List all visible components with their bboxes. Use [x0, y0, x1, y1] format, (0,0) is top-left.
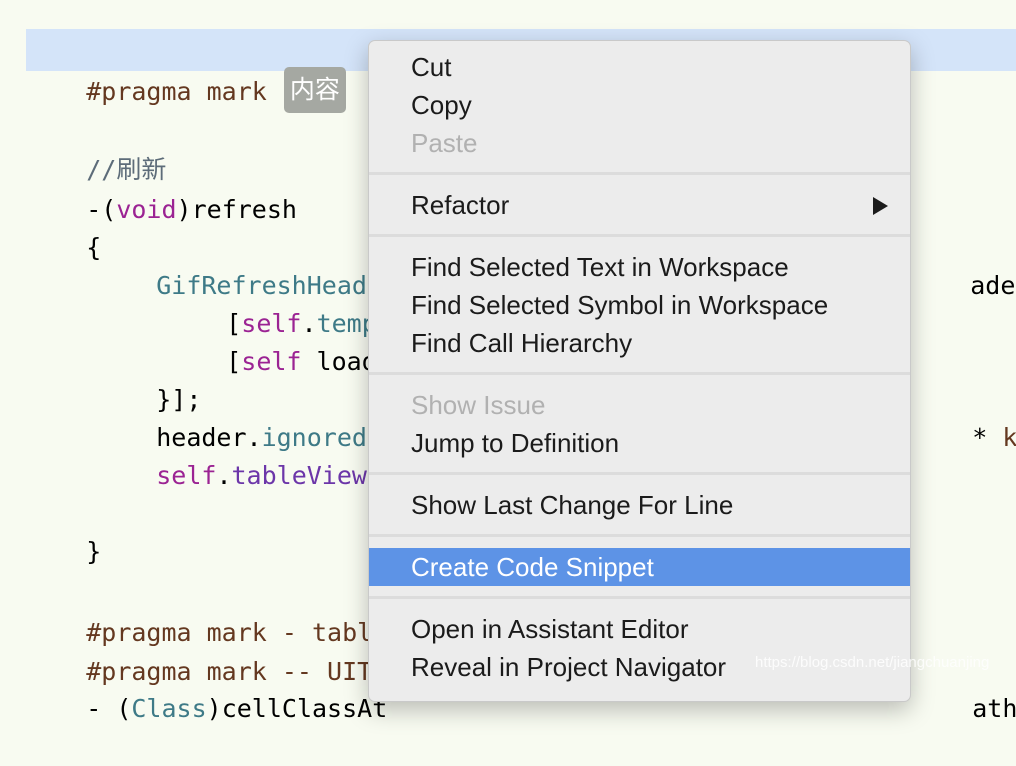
- menu-item-create-code-snippet[interactable]: Create Code Snippet: [369, 548, 910, 586]
- menu-separator: [369, 172, 910, 175]
- code-line-13[interactable]: #pragma mark -- UITa: [26, 615, 387, 686]
- menu-separator: [369, 372, 910, 375]
- menu-separator: [369, 472, 910, 475]
- code-token: )refresh: [176, 195, 297, 224]
- property-token: tableView: [231, 461, 367, 490]
- watermark-text: https://blog.csdn.net/jiangchuanjing: [755, 654, 990, 671]
- code-line-9-tail: * kWid: [912, 381, 1016, 452]
- menu-item-refactor[interactable]: Refactor: [369, 186, 910, 224]
- code-line-10[interactable]: self.tableView.m: [96, 419, 397, 490]
- code-line-9[interactable]: header.ignoredSc: [96, 381, 397, 452]
- menu-separator: [369, 534, 910, 537]
- code-line-12[interactable]: #pragma mark - table: [26, 576, 387, 647]
- code-token: *: [972, 423, 1003, 452]
- mark-placeholder-chip[interactable]: 内容: [283, 67, 346, 113]
- code-line-1[interactable]: #pragma mark 内容: [26, 31, 346, 113]
- code-line-4[interactable]: {: [26, 191, 101, 262]
- code-token: - (: [86, 694, 132, 723]
- triangle-right-icon: [873, 197, 888, 215]
- code-token: [: [226, 347, 242, 376]
- code-token: ath{: [972, 694, 1016, 723]
- code-line-14[interactable]: - (Class)cellClassAt: [26, 652, 387, 723]
- menu-item-find-symbol[interactable]: Find Selected Symbol in Workspace: [369, 286, 910, 324]
- menu-item-copy[interactable]: Copy: [369, 86, 910, 124]
- menu-item-find-call-hierarchy[interactable]: Find Call Hierarchy: [369, 324, 910, 362]
- context-menu: Cut Copy Paste Refactor Find Selected Te…: [368, 40, 911, 702]
- keyword-token: void: [116, 195, 177, 224]
- code-line-5-tail: aderWi: [910, 229, 1016, 300]
- menu-item-find-text[interactable]: Find Selected Text in Workspace: [369, 248, 910, 286]
- keyword-token: self: [156, 461, 217, 490]
- menu-separator: [369, 596, 910, 599]
- pragma-text: #pragma mark: [86, 77, 282, 106]
- menu-item-open-assistant-editor[interactable]: Open in Assistant Editor: [369, 610, 910, 648]
- keyword-token: self: [241, 347, 302, 376]
- type-token: Class: [131, 694, 207, 723]
- code-token: .: [216, 461, 232, 490]
- code-line-11[interactable]: }: [26, 495, 101, 566]
- code-token: }: [86, 537, 102, 566]
- menu-separator: [369, 234, 910, 237]
- menu-item-jump-to-definition[interactable]: Jump to Definition: [369, 424, 910, 462]
- menu-item-show-last-change[interactable]: Show Last Change For Line: [369, 486, 910, 524]
- menu-item-paste: Paste: [411, 128, 478, 158]
- code-line-2[interactable]: //刷新: [26, 113, 166, 184]
- menu-item-label: Refactor: [411, 190, 510, 220]
- menu-item-cut[interactable]: Cut: [369, 48, 910, 86]
- code-line-5[interactable]: GifRefreshHeader: [96, 229, 397, 300]
- code-token: aderWi: [970, 271, 1016, 300]
- code-line-3[interactable]: -(void)refresh: [26, 153, 297, 224]
- param-token: kWid: [1002, 423, 1016, 452]
- menu-item-show-issue: Show Issue: [411, 390, 546, 420]
- code-token: )cellClassAt: [206, 694, 388, 723]
- code-line-8[interactable]: }];: [96, 343, 201, 414]
